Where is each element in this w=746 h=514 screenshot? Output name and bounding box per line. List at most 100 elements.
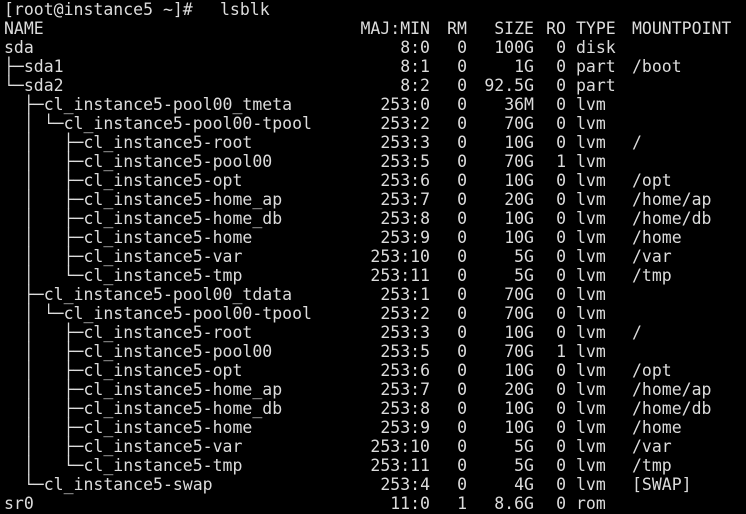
- cell-name: └─cl_instance5-swap: [4, 475, 213, 494]
- cell-ro: 0: [556, 171, 566, 190]
- table-row: │ └─cl_instance5-pool00-tpool 253:2 0 70G 0 l…: [0, 114, 746, 133]
- cell-ro: 0: [556, 380, 566, 399]
- cell-mountpoint: /home: [632, 228, 682, 247]
- cell-ro: 1: [556, 342, 566, 361]
- cell-mountpoint: /home/db: [632, 209, 712, 228]
- table-row: └─sda2 8:2 0 92.5G 0 part: [0, 76, 746, 95]
- cell-type: lvm: [576, 361, 606, 380]
- table-row: │ ├─cl_instance5-pool00 253:5 0 70G 1 lvm: [0, 152, 746, 171]
- cell-ro: 0: [556, 247, 566, 266]
- cell-type: rom: [576, 494, 606, 513]
- cell-ro: 0: [556, 38, 566, 57]
- cell-ro: 0: [556, 437, 566, 456]
- cell-majmin: 253:10: [370, 437, 430, 456]
- cell-majmin: 253:1: [380, 285, 430, 304]
- cell-majmin: 253:10: [370, 247, 430, 266]
- cell-majmin: 253:5: [380, 152, 430, 171]
- cell-type: lvm: [576, 190, 606, 209]
- cell-majmin: 253:2: [380, 304, 430, 323]
- cell-name: │ ├─cl_instance5-root: [4, 323, 253, 342]
- cell-ro: 0: [556, 323, 566, 342]
- header-type: TYPE: [576, 19, 616, 38]
- cell-size: 10G: [504, 399, 534, 418]
- table-row: │ └─cl_instance5-tmp 253:11 0 5G 0 lvm/tmp: [0, 456, 746, 475]
- cell-name: │ ├─cl_instance5-opt: [4, 361, 243, 380]
- cell-mountpoint: /: [632, 133, 642, 152]
- cell-name: │ ├─cl_instance5-home: [4, 228, 253, 247]
- cell-majmin: 253:8: [380, 399, 430, 418]
- cell-ro: 0: [556, 494, 566, 513]
- cell-size: 10G: [504, 171, 534, 190]
- cell-mountpoint: /home/ap: [632, 380, 712, 399]
- cell-size: 70G: [504, 304, 534, 323]
- cell-majmin: 11:0: [390, 494, 430, 513]
- cell-type: lvm: [576, 418, 606, 437]
- header-mountpoint: MOUNTPOINT: [632, 19, 732, 38]
- cell-rm: 0: [457, 190, 467, 209]
- shell-prompt: [root@instance5 ~]#: [4, 0, 193, 19]
- cell-size: 70G: [504, 152, 534, 171]
- cell-name: │ ├─cl_instance5-home: [4, 418, 253, 437]
- cell-type: lvm: [576, 342, 606, 361]
- cell-rm: 0: [457, 285, 467, 304]
- cell-size: 8.6G: [494, 494, 534, 513]
- cell-size: 5G: [514, 247, 534, 266]
- cell-rm: 0: [457, 247, 467, 266]
- cell-size: 70G: [504, 114, 534, 133]
- table-header: NAME MAJ:MIN RM SIZE RO TYPE MOUNTPOINT: [0, 19, 746, 38]
- cell-name: sr0: [4, 494, 34, 513]
- cell-name: ├─sda1: [4, 57, 64, 76]
- cell-size: 92.5G: [484, 76, 534, 95]
- cell-ro: 0: [556, 190, 566, 209]
- cell-name: │ ├─cl_instance5-home_ap: [4, 190, 283, 209]
- header-majmin: MAJ:MIN: [360, 19, 430, 38]
- table-row: │ ├─cl_instance5-var 253:10 0 5G 0 lvm/var: [0, 437, 746, 456]
- command-text: lsblk: [220, 0, 270, 19]
- cell-ro: 0: [556, 399, 566, 418]
- cell-majmin: 253:6: [380, 171, 430, 190]
- cell-size: 10G: [504, 133, 534, 152]
- table-row: └─cl_instance5-swap 253:4 0 4G 0 lvm [SWAP]: [0, 475, 746, 494]
- cell-type: lvm: [576, 437, 606, 456]
- cell-majmin: 253:9: [380, 228, 430, 247]
- cell-name: │ ├─cl_instance5-pool00: [4, 152, 273, 171]
- cell-type: lvm: [576, 247, 606, 266]
- cell-ro: 0: [556, 475, 566, 494]
- cell-ro: 0: [556, 76, 566, 95]
- table-row: │ ├─cl_instance5-opt 253:6 0 10G 0 lvm/opt: [0, 171, 746, 190]
- cell-ro: 0: [556, 114, 566, 133]
- cell-majmin: 8:1: [400, 57, 430, 76]
- cell-name: │ └─cl_instance5-tmp: [4, 266, 243, 285]
- table-row: sr0 11:0 1 8.6G 0 rom: [0, 494, 746, 513]
- cell-size: 20G: [504, 380, 534, 399]
- cell-name: │ ├─cl_instance5-var: [4, 437, 243, 456]
- table-row: │ ├─cl_instance5-root 253:3 0 10G 0 lvm /: [0, 323, 746, 342]
- cell-ro: 0: [556, 228, 566, 247]
- terminal-window[interactable]: [root@instance5 ~]# lsblk NAME MAJ:MIN R…: [0, 0, 746, 514]
- cell-rm: 0: [457, 57, 467, 76]
- cell-ro: 0: [556, 209, 566, 228]
- cell-name: ├─cl_instance5-pool00_tdata: [4, 285, 293, 304]
- cell-majmin: 253:2: [380, 114, 430, 133]
- cell-type: lvm: [576, 475, 606, 494]
- table-row: │ ├─cl_instance5-home_db 253:8 0 10G 0 lvm/ho…: [0, 399, 746, 418]
- cell-ro: 0: [556, 456, 566, 475]
- cell-rm: 0: [457, 228, 467, 247]
- table-row: ├─cl_instance5-pool00_tdata 253:1 0 70G 0 lvm: [0, 285, 746, 304]
- cell-name: │ ├─cl_instance5-home_db: [4, 209, 283, 228]
- cell-name: │ └─cl_instance5-pool00-tpool: [4, 304, 312, 323]
- cell-rm: 0: [457, 304, 467, 323]
- cell-majmin: 253:7: [380, 190, 430, 209]
- table-row: │ ├─cl_instance5-var 253:10 0 5G 0 lvm/var: [0, 247, 746, 266]
- cell-rm: 0: [457, 133, 467, 152]
- cell-mountpoint: /tmp: [632, 266, 672, 285]
- cell-name: │ ├─cl_instance5-var: [4, 247, 243, 266]
- cell-size: 10G: [504, 418, 534, 437]
- table-row: │ ├─cl_instance5-home 253:9 0 10G 0 lvm/home: [0, 228, 746, 247]
- cell-type: lvm: [576, 171, 606, 190]
- cell-majmin: 8:2: [400, 76, 430, 95]
- cell-majmin: 253:4: [380, 475, 430, 494]
- cell-type: lvm: [576, 399, 606, 418]
- cell-rm: 0: [457, 152, 467, 171]
- cell-name: │ └─cl_instance5-pool00-tpool: [4, 114, 312, 133]
